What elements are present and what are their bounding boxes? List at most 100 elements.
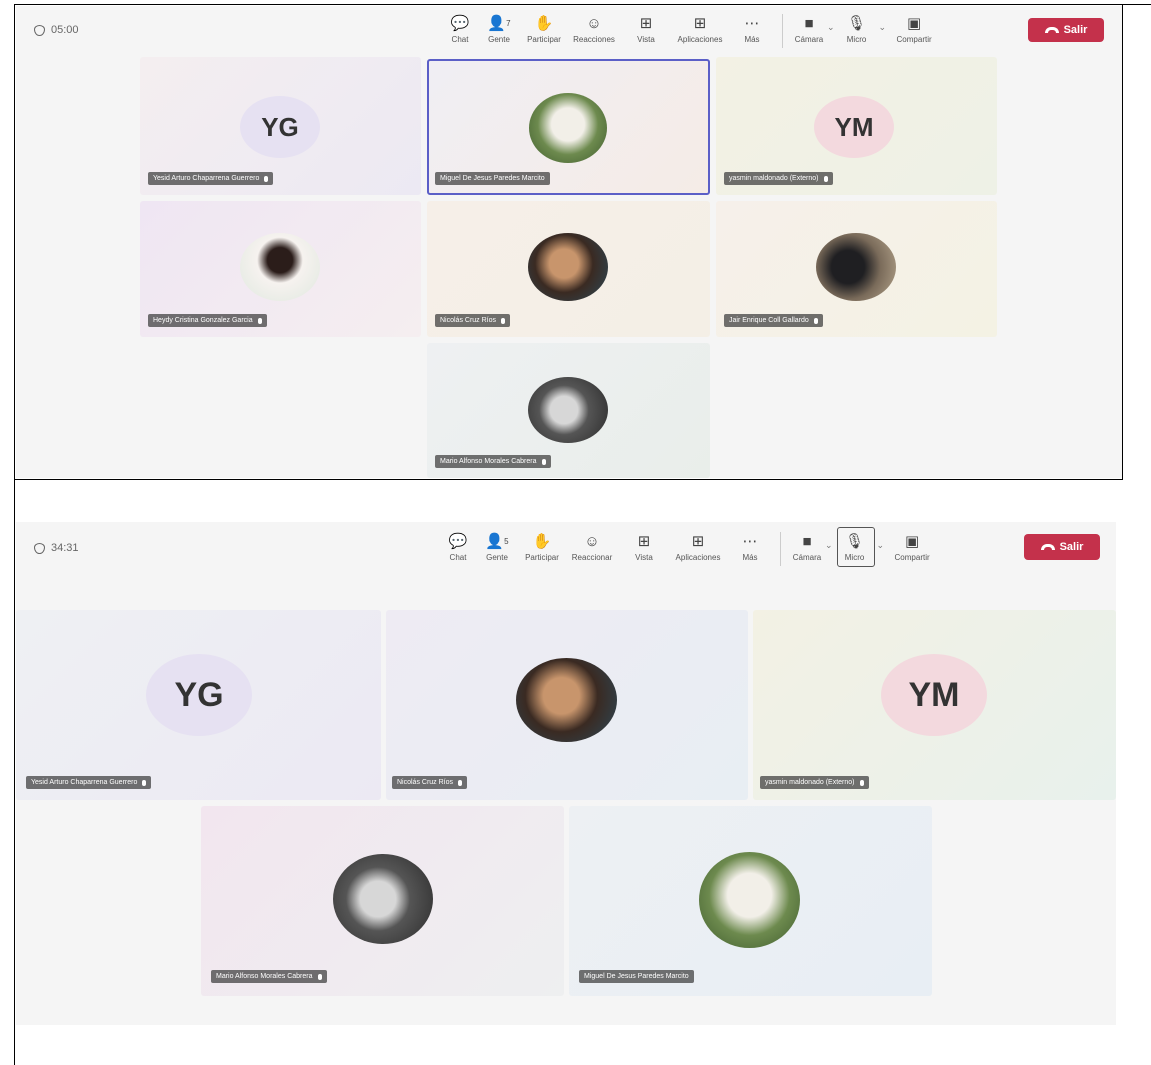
raise-hand-button[interactable]: ✋ Participar — [520, 530, 564, 562]
camera-off-icon: ■ — [804, 14, 814, 32]
avatar-photo — [816, 233, 896, 301]
camera-button[interactable]: ■ Cámara — [789, 530, 825, 563]
avatar-initials: YM — [814, 96, 894, 158]
avatar-photo — [528, 377, 608, 443]
leave-label: Salir — [1059, 541, 1084, 553]
participant-name-tag: Heydy Cristina Gonzalez Garcia — [148, 314, 267, 327]
video-tile[interactable]: Mario Alfonso Morales Cabrera — [201, 806, 564, 996]
participant-name-tag: Jair Enrique Coll Gallardo — [724, 314, 823, 327]
meeting-screen-2: 34:31 💬 Chat 👤 5 Gente ✋ Participar ☺ Reaccio… — [16, 522, 1116, 1025]
grid-icon: ⊞ — [637, 533, 651, 550]
video-tile[interactable]: YG Yesid Arturo Chaparrena Guerrero — [16, 610, 381, 800]
more-button[interactable]: ⋯ Más — [730, 12, 774, 44]
mic-button[interactable]: 🎙 Micro — [833, 527, 877, 567]
avatar-photo — [240, 233, 320, 301]
mic-icon — [142, 779, 147, 786]
meeting-toolbar: 34:31 💬 Chat 👤 5 Gente ✋ Participar ☺ Reaccio… — [16, 522, 1116, 576]
avatar-initials: YG — [146, 654, 252, 736]
avatar-photo — [529, 93, 607, 163]
participant-name-tag: Miguel De Jesus Paredes Marcito — [435, 172, 550, 185]
leave-label: Salir — [1063, 24, 1088, 36]
video-tile[interactable]: Nicolás Cruz Ríos — [386, 610, 748, 800]
chat-button[interactable]: 💬 Chat — [442, 530, 474, 562]
mic-icon — [823, 175, 828, 182]
mic-icon — [317, 973, 322, 980]
participant-name-tag: Nicolás Cruz Ríos — [435, 314, 511, 327]
people-icon: 👤 5 — [485, 533, 509, 550]
leave-button[interactable]: Salir — [1028, 18, 1104, 42]
mic-icon — [257, 317, 262, 324]
participant-name-tag: Yesid Arturo Chaparrena Guerrero — [26, 776, 152, 789]
smiley-icon: ☺ — [586, 14, 602, 32]
frame-border-left — [14, 4, 15, 1065]
meeting-screen-1: 05:00 💬 Chat 👤 7 Gente ✋ Participar ☺ Reaccio… — [16, 6, 1122, 478]
share-button[interactable]: ▣ Compartir — [886, 12, 942, 44]
timer-label: 05:00 — [51, 24, 79, 36]
view-button[interactable]: ⊞ Vista — [620, 530, 668, 562]
apps-button[interactable]: ⊞ Aplicaciones — [668, 530, 728, 562]
smiley-icon: ☺ — [584, 532, 600, 550]
participant-name-tag: Miguel De Jesus Paredes Marcito — [579, 970, 694, 983]
avatar-photo — [333, 854, 433, 944]
video-tile[interactable]: Mario Alfonso Morales Cabrera — [427, 343, 710, 478]
grid-icon: ⊞ — [639, 15, 653, 32]
video-tile-active-speaker[interactable]: Miguel De Jesus Paredes Marcito — [427, 59, 710, 195]
participant-name-tag: Yesid Arturo Chaparrena Guerrero — [148, 172, 274, 185]
camera-off-icon: ■ — [802, 532, 812, 550]
timer-label: 34:31 — [51, 542, 79, 554]
apps-button[interactable]: ⊞ Aplicaciones — [670, 12, 730, 44]
mic-icon — [458, 779, 463, 786]
participant-name-tag: Mario Alfonso Morales Cabrera — [435, 455, 551, 468]
toolbar-divider — [782, 14, 783, 48]
share-icon: ▣ — [905, 533, 920, 550]
mic-button[interactable]: 🎙 Micro — [835, 12, 879, 44]
share-icon: ▣ — [907, 15, 922, 32]
camera-button[interactable]: ■ Cámara — [791, 12, 827, 45]
view-button[interactable]: ⊞ Vista — [622, 12, 670, 44]
people-button[interactable]: 👤 5 Gente — [474, 530, 520, 562]
avatar-photo — [528, 233, 608, 301]
participant-name-tag: yasmin maldonado (Externo) — [724, 172, 833, 185]
camera-options-chevron-icon[interactable]: ⌄ — [827, 22, 835, 33]
video-tile[interactable]: YM yasmin maldonado (Externo) — [716, 57, 997, 195]
video-tile[interactable]: Heydy Cristina Gonzalez Garcia — [140, 201, 421, 337]
share-button[interactable]: ▣ Compartir — [884, 530, 940, 562]
participant-name-tag: Nicolás Cruz Ríos — [392, 776, 468, 789]
meeting-toolbar: 05:00 💬 Chat 👤 7 Gente ✋ Participar ☺ Reaccio… — [16, 6, 1122, 58]
participant-name-tag: yasmin maldonado (Externo) — [760, 776, 869, 789]
apps-icon: ⊞ — [691, 533, 705, 550]
mic-icon — [813, 317, 818, 324]
reactions-button[interactable]: ☺ Reaccionar — [564, 530, 620, 563]
camera-options-chevron-icon[interactable]: ⌄ — [825, 540, 833, 551]
avatar-initials: YG — [240, 96, 320, 158]
mic-icon — [859, 779, 864, 786]
video-tile[interactable]: YM yasmin maldonado (Externo) — [753, 610, 1116, 800]
avatar-photo — [516, 658, 617, 742]
video-tile[interactable]: Nicolás Cruz Ríos — [427, 201, 710, 337]
leave-button[interactable]: Salir — [1024, 534, 1100, 560]
toolbar-divider — [780, 532, 781, 566]
reactions-button[interactable]: ☺ Reacciones — [566, 12, 622, 45]
frame-border-top — [14, 4, 1151, 5]
meeting-timer: 34:31 — [34, 542, 79, 554]
phone-hangup-icon — [1040, 544, 1055, 550]
meeting-timer: 05:00 — [34, 24, 79, 36]
raise-hand-button[interactable]: ✋ Participar — [522, 12, 566, 44]
apps-icon: ⊞ — [693, 15, 707, 32]
avatar-photo — [699, 852, 800, 948]
frame-border-divider — [14, 479, 1122, 480]
video-tile[interactable]: YG Yesid Arturo Chaparrena Guerrero — [140, 57, 421, 195]
video-tile[interactable]: Jair Enrique Coll Gallardo — [716, 201, 997, 337]
phone-hangup-icon — [1044, 27, 1059, 33]
more-button[interactable]: ⋯ Más — [728, 530, 772, 562]
chat-button[interactable]: 💬 Chat — [444, 12, 476, 44]
people-button[interactable]: 👤 7 Gente — [476, 12, 522, 44]
chat-icon: 💬 — [450, 15, 470, 32]
mic-icon — [541, 458, 546, 465]
mic-options-chevron-icon[interactable]: ⌄ — [879, 22, 887, 33]
mic-focus-outline — [836, 527, 875, 567]
mic-options-chevron-icon[interactable]: ⌄ — [877, 540, 885, 551]
video-tile[interactable]: Miguel De Jesus Paredes Marcito — [569, 806, 932, 996]
participant-name-tag: Mario Alfonso Morales Cabrera — [211, 970, 327, 983]
hand-icon: ✋ — [534, 15, 554, 32]
